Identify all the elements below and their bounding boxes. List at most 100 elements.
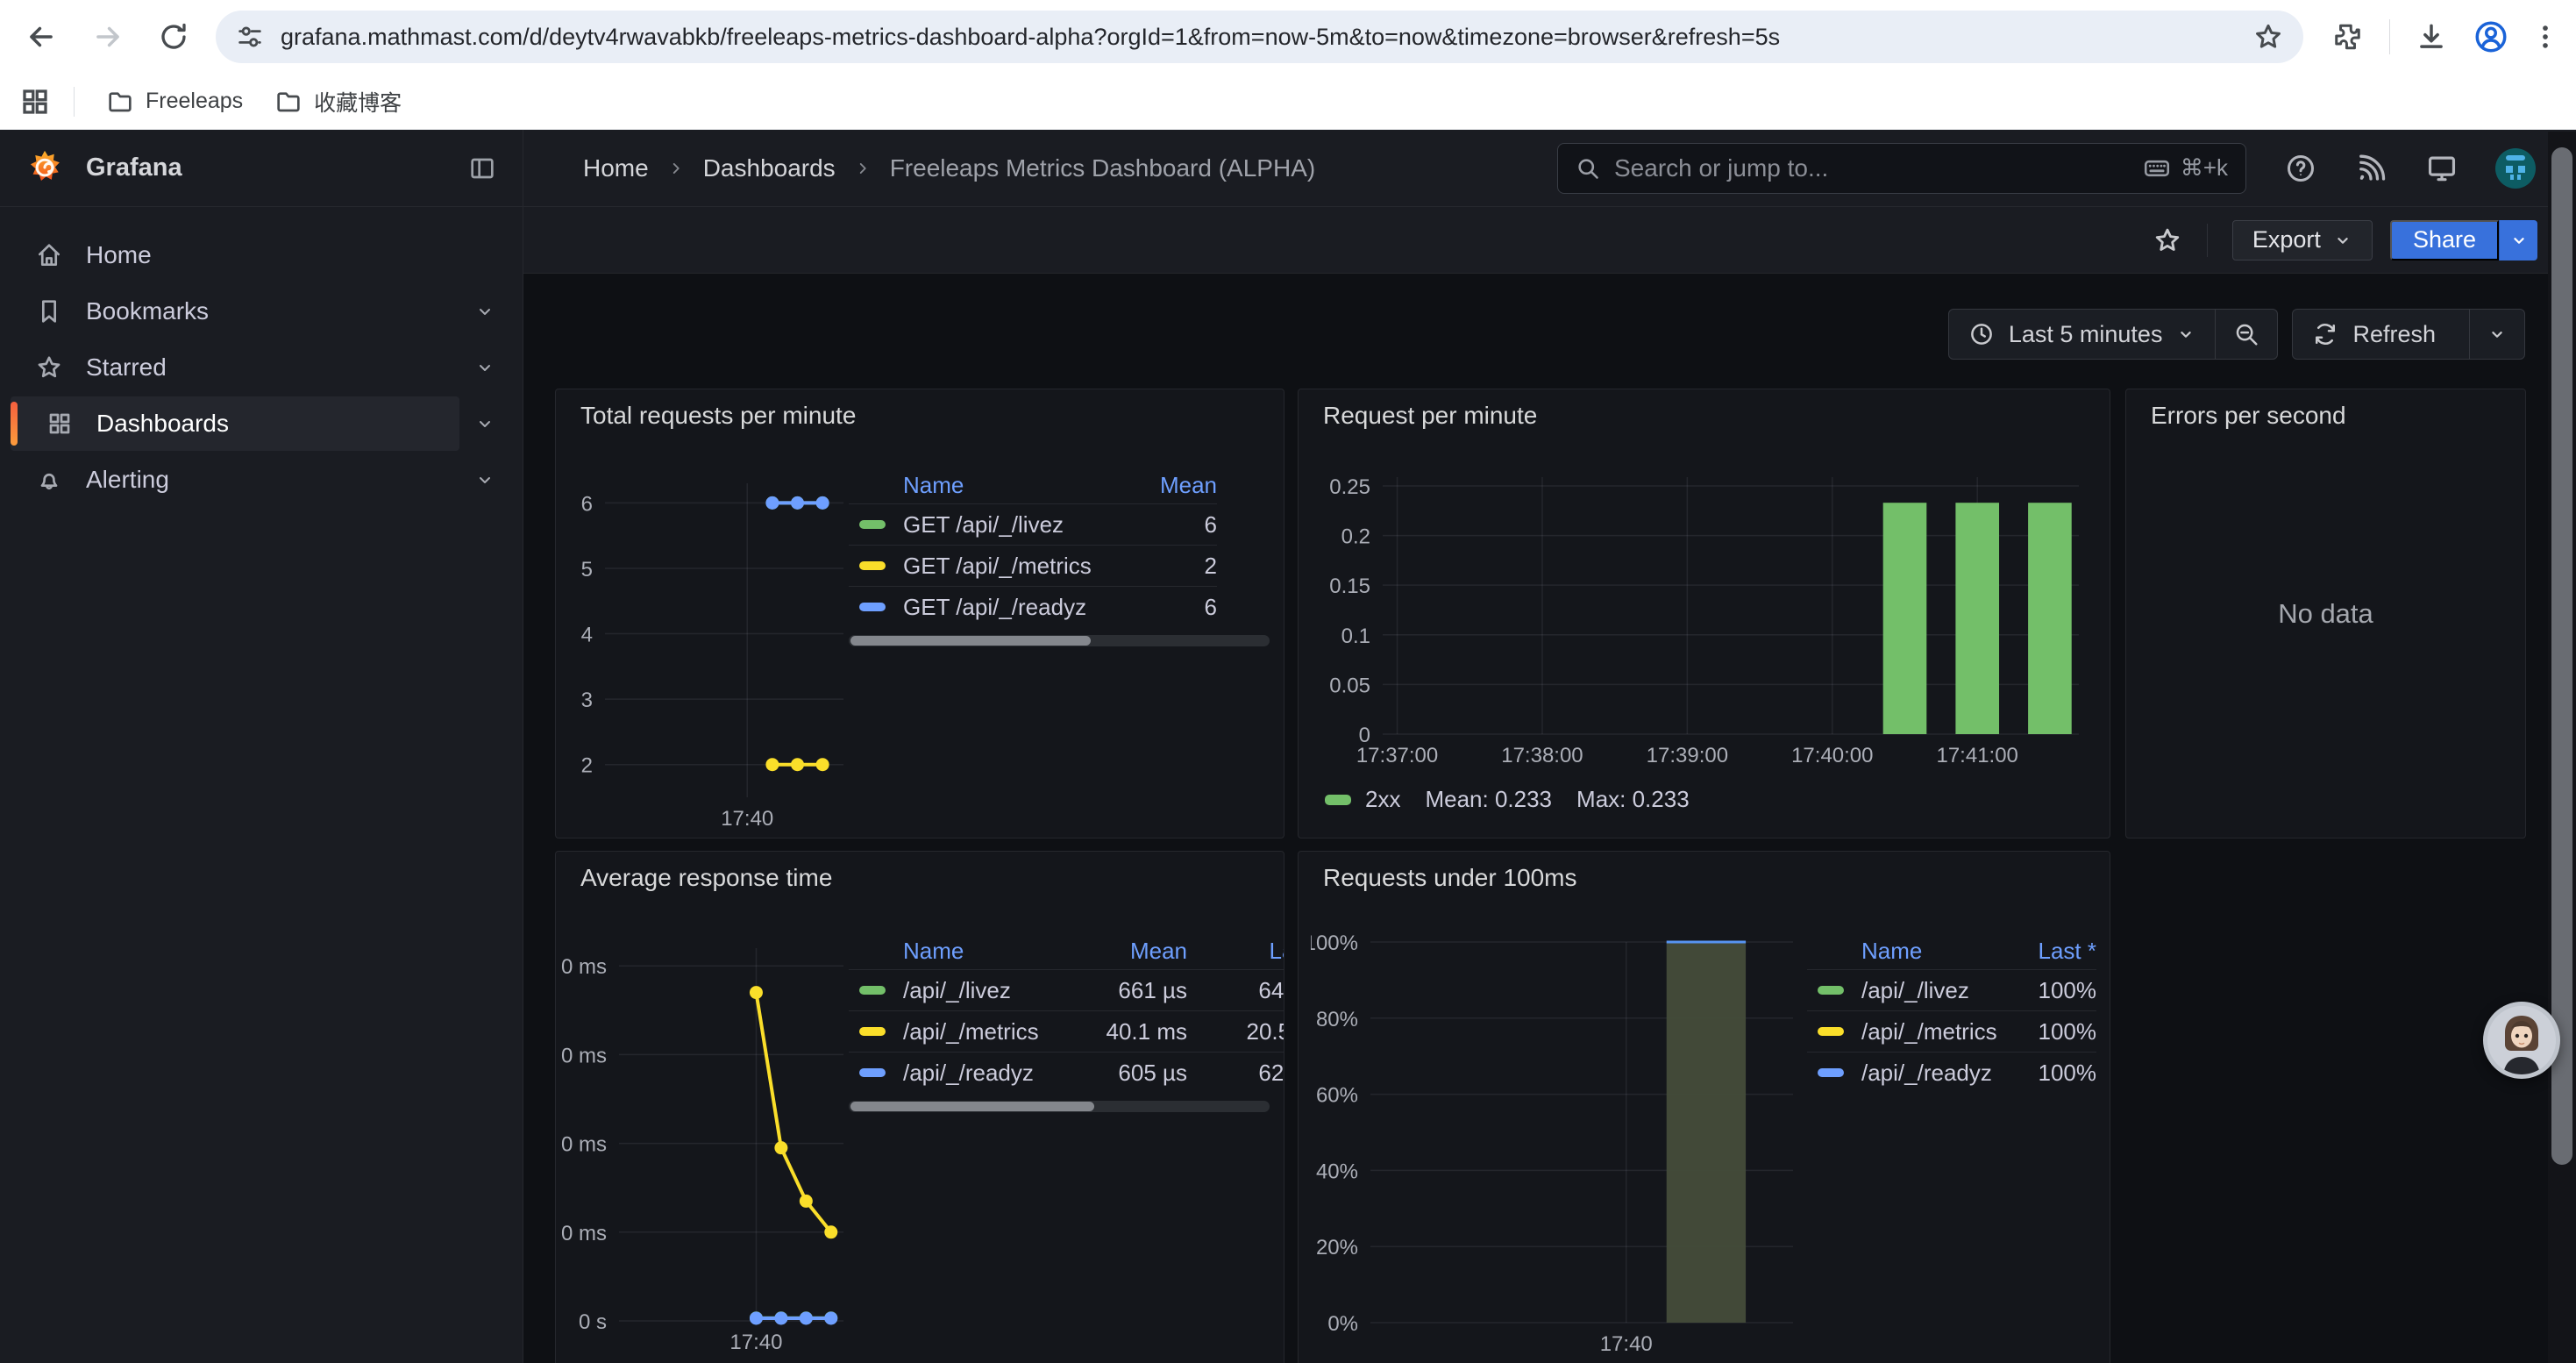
series-mean: Mean: 0.233: [1425, 786, 1552, 813]
legend-column-header[interactable]: Last *: [1187, 938, 1284, 965]
favorite-star-icon[interactable]: [2153, 225, 2182, 255]
grafana-logo[interactable]: [25, 148, 65, 189]
url-bar[interactable]: grafana.mathmast.com/d/deytv4rwavabkb/fr…: [216, 11, 2303, 63]
svg-text:0.25: 0.25: [1329, 475, 1370, 499]
monitor-icon[interactable]: [2425, 152, 2459, 185]
share-button[interactable]: Share: [2390, 220, 2499, 260]
share-dropdown-button[interactable]: [2499, 220, 2537, 260]
legend-scrollbar[interactable]: [849, 635, 1270, 646]
legend-column-header[interactable]: Mean: [1082, 938, 1187, 965]
legend-scrollbar-thumb[interactable]: [850, 636, 1091, 646]
legend-column-header[interactable]: Mean: [1112, 472, 1217, 499]
search-input[interactable]: Search or jump to... ⌘+k: [1557, 143, 2246, 194]
svg-text:17:40:00: 17:40:00: [1791, 744, 1873, 767]
svg-text:60%: 60%: [1316, 1084, 1358, 1108]
url-text[interactable]: grafana.mathmast.com/d/deytv4rwavabkb/fr…: [281, 24, 2238, 51]
extensions-icon[interactable]: [2333, 21, 2365, 53]
refresh-interval-dropdown[interactable]: [2469, 310, 2524, 359]
svg-text:2: 2: [581, 754, 593, 778]
apps-grid-icon[interactable]: [19, 86, 51, 118]
svg-text:17:40: 17:40: [1600, 1332, 1653, 1356]
bookmark-star-icon[interactable]: [2252, 21, 2284, 53]
help-icon[interactable]: [2285, 153, 2316, 184]
download-icon[interactable]: [2415, 20, 2448, 54]
series-value: 40.1 ms: [1082, 1018, 1187, 1045]
sidebar-item-chevron[interactable]: [459, 469, 510, 490]
grafana-shell: Grafana HomeBookmarksStarredDashboardsAl…: [0, 130, 2576, 1363]
svg-text:0.2: 0.2: [1341, 525, 1370, 549]
legend-table: NameLast * /api/_/livez100%/api/_/metrics…: [1807, 932, 2096, 1093]
refresh-button[interactable]: Refresh: [2293, 310, 2469, 359]
menu-kebab-icon[interactable]: [2530, 22, 2560, 52]
page-scrollbar[interactable]: [2548, 132, 2576, 1363]
scrollbar-thumb[interactable]: [2551, 147, 2572, 1165]
series-name: GET /api/_/livez: [903, 511, 1112, 539]
profile-icon[interactable]: [2473, 18, 2509, 55]
breadcrumb-link[interactable]: Home: [583, 154, 649, 182]
legend-column-header[interactable]: Name: [1807, 938, 2000, 965]
clock-icon: [1968, 321, 1995, 347]
panel-title[interactable]: Average response time: [580, 864, 832, 892]
zoom-out-button[interactable]: [2215, 310, 2277, 359]
legend-row[interactable]: GET /api/_/livez6: [849, 503, 1217, 545]
sidebar-item-body[interactable]: Dashboards: [11, 396, 459, 451]
chevron-down-icon: [2487, 325, 2507, 344]
sidebar-item-body[interactable]: Home: [11, 228, 459, 282]
sidebar-item-label: Bookmarks: [86, 297, 209, 325]
legend-row[interactable]: /api/_/metrics40.1 ms20.5 ms: [849, 1010, 1284, 1052]
legend-column-header[interactable]: Name: [849, 938, 1082, 965]
panel-title[interactable]: Total requests per minute: [580, 402, 856, 430]
back-icon[interactable]: [25, 20, 58, 54]
sidebar-item-home[interactable]: Home: [11, 228, 510, 282]
legend-scrollbar[interactable]: [849, 1101, 1270, 1112]
sidebar-item-chevron[interactable]: [459, 357, 510, 378]
legend-row[interactable]: /api/_/livez100%: [1807, 969, 2096, 1010]
time-controls: Last 5 minutes: [1948, 309, 2525, 360]
legend-row[interactable]: /api/_/readyz605 µs620 µs: [849, 1052, 1284, 1093]
series-swatch: [859, 986, 886, 995]
bookmark-folder[interactable]: 收藏博客: [274, 86, 402, 118]
panel-title[interactable]: Requests under 100ms: [1323, 864, 1577, 892]
refresh-group: Refresh: [2292, 309, 2525, 360]
legend-table: NameMeanLast * /api/_/livez661 µs646 µs/a…: [849, 932, 1284, 1112]
legend-row[interactable]: GET /api/_/metrics2: [849, 545, 1217, 586]
legend-row[interactable]: /api/_/livez661 µs646 µs: [849, 969, 1284, 1010]
sidebar-toggle-icon[interactable]: [468, 154, 496, 182]
export-button[interactable]: Export: [2232, 220, 2373, 260]
sidebar-item-body[interactable]: Starred: [11, 340, 459, 395]
sidebar-item-chevron[interactable]: [459, 413, 510, 434]
legend-row[interactable]: GET /api/_/readyz6: [849, 586, 1217, 627]
sidebar-nav: Home Bookmarks StarredDashboardsAlerting: [0, 207, 523, 509]
legend-table: NameMeanGET /api/_/livez6GET /api/_/metr…: [849, 467, 1270, 646]
svg-text:17:40: 17:40: [721, 807, 773, 828]
under-100ms-chart: 100%80%60%40%20%0%17:40: [1311, 931, 1802, 1363]
sidebar-item-bookmarks[interactable]: Bookmarks: [11, 284, 510, 339]
reload-icon[interactable]: [158, 21, 189, 53]
news-rss-icon[interactable]: [2355, 153, 2387, 184]
sidebar-item-chevron[interactable]: [459, 301, 510, 322]
forward-icon[interactable]: [91, 20, 125, 54]
panel-title[interactable]: Request per minute: [1323, 402, 1537, 430]
legend-column-header[interactable]: Name: [849, 472, 1112, 499]
assistant-avatar[interactable]: [2483, 1002, 2560, 1079]
legend-scrollbar-thumb[interactable]: [850, 1102, 1094, 1111]
sidebar-item-body[interactable]: Alerting: [11, 453, 459, 507]
dashboards-icon: [46, 410, 74, 438]
breadcrumb-link[interactable]: Dashboards: [703, 154, 836, 182]
series-value: 6: [1112, 594, 1217, 621]
bookmark-folder[interactable]: Freeleaps: [106, 88, 243, 116]
sidebar-item-dashboards[interactable]: Dashboards: [11, 396, 510, 451]
site-settings-icon[interactable]: [235, 22, 265, 52]
sidebar-item-body[interactable]: Bookmarks: [11, 284, 459, 339]
time-range-picker[interactable]: Last 5 minutes: [1949, 310, 2216, 359]
home-icon: [35, 241, 63, 269]
sidebar-item-starred[interactable]: Starred: [11, 340, 510, 395]
legend-column-header[interactable]: Last *: [2000, 938, 2096, 965]
legend-row[interactable]: /api/_/metrics100%: [1807, 1010, 2096, 1052]
series-value: 100%: [2000, 1060, 2096, 1087]
user-avatar[interactable]: [2495, 148, 2536, 189]
sidebar-item-alerting[interactable]: Alerting: [11, 453, 510, 507]
legend-inline[interactable]: 2xx Mean: 0.233 Max: 0.233: [1325, 786, 1714, 813]
chevron-right-icon: [666, 159, 686, 178]
legend-row[interactable]: /api/_/readyz100%: [1807, 1052, 2096, 1093]
